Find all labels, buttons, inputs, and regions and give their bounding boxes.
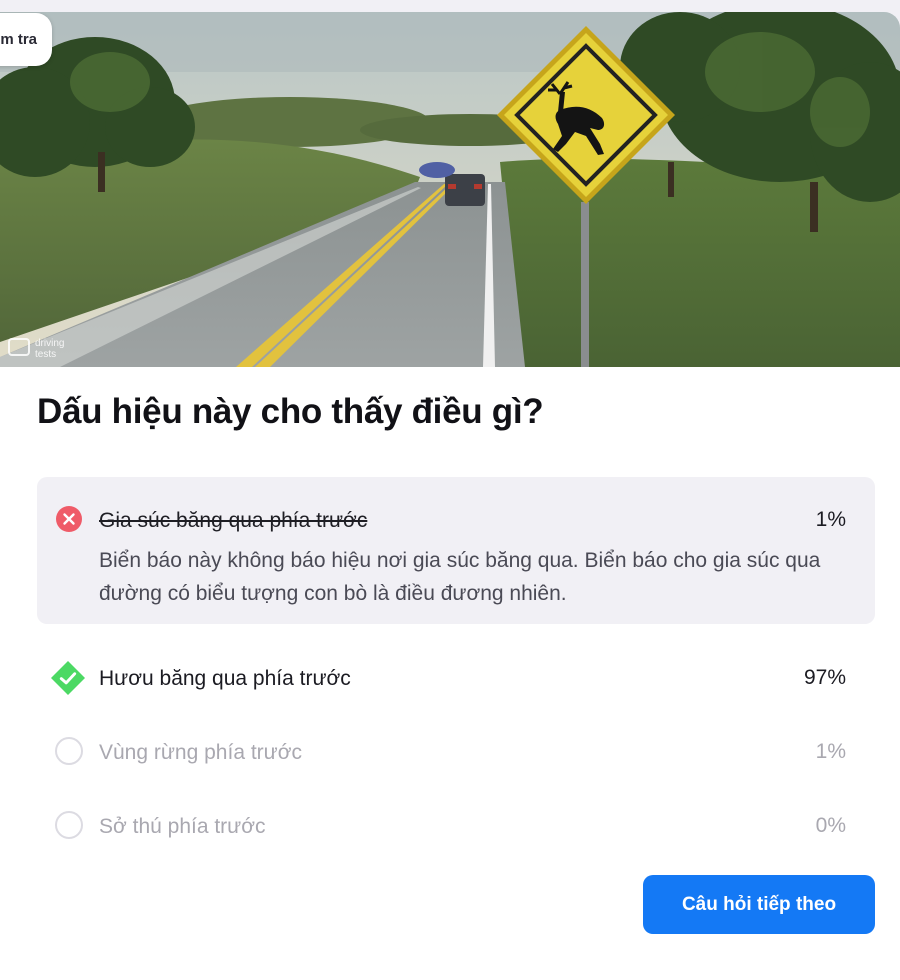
question-title: Dấu hiệu này cho thấy điều gì? [37, 392, 544, 431]
test-tab[interactable]: m tra [0, 13, 52, 66]
question-image: driving tests [0, 12, 900, 367]
answer-option-3[interactable]: Vùng rừng phía trước 1% [37, 732, 875, 772]
svg-text:tests: tests [35, 349, 56, 360]
answer-option-4[interactable]: Sở thú phía trước 0% [37, 806, 875, 846]
option-label: Sở thú phía trước [99, 815, 266, 838]
option-percent: 97% [803, 666, 846, 689]
option-label: Vùng rừng phía trước [99, 741, 302, 764]
close-icon [56, 506, 82, 532]
radio-circle-icon [55, 811, 83, 839]
option-percent: 0% [815, 814, 846, 837]
check-icon [51, 661, 85, 695]
next-question-button[interactable]: Câu hỏi tiếp theo [643, 875, 875, 934]
answer-option-1[interactable]: Gia súc băng qua phía trước 1% [37, 500, 875, 540]
option-label: Hươu băng qua phía trước [99, 667, 351, 690]
answer-explanation: Biển báo này không báo hiệu nơi gia súc … [99, 549, 821, 605]
svg-text:driving: driving [35, 338, 64, 349]
radio-circle-icon [55, 737, 83, 765]
option-percent: 1% [815, 508, 846, 531]
option-percent: 1% [815, 740, 846, 763]
option-label: Gia súc băng qua phía trước [99, 509, 368, 532]
answer-option-2[interactable]: Hươu băng qua phía trước 97% [37, 658, 875, 698]
